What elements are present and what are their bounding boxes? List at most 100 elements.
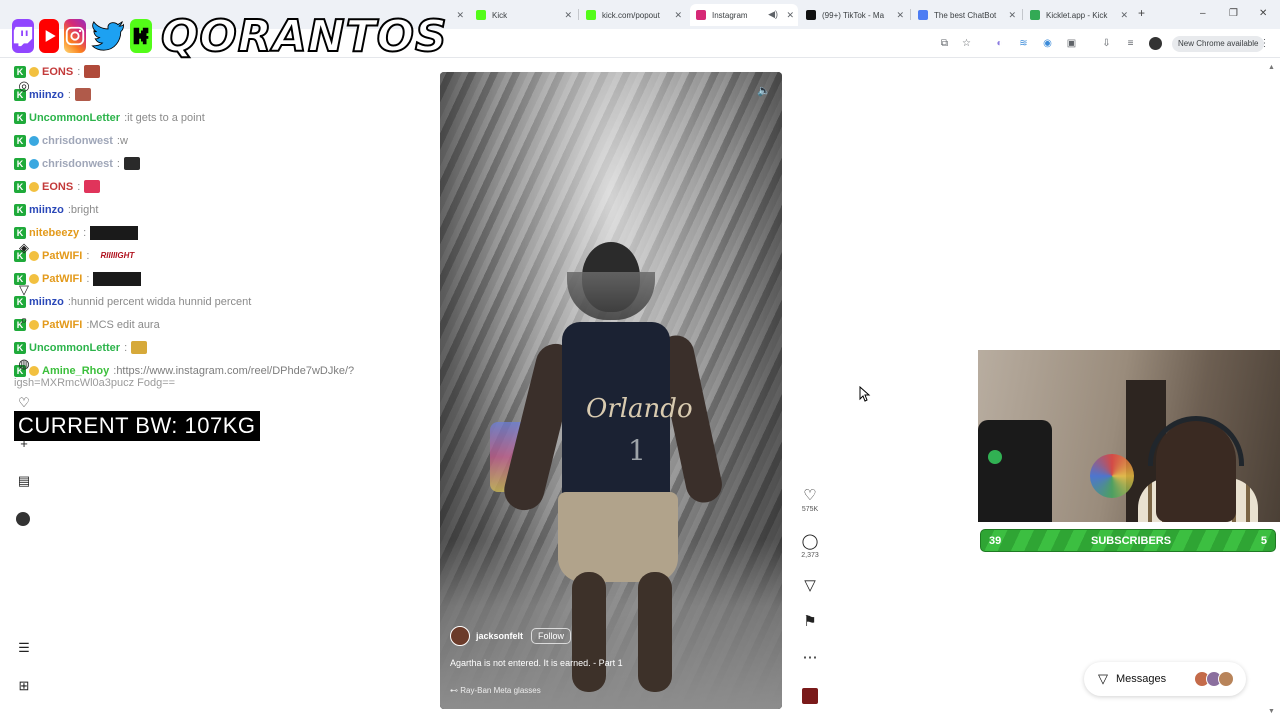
- restore-button[interactable]: ❐: [1229, 8, 1238, 19]
- chat-username[interactable]: EONS: [42, 66, 73, 78]
- cast-icon[interactable]: ⧉: [938, 37, 951, 50]
- close-icon[interactable]: ✕: [786, 10, 794, 21]
- new-chrome-badge[interactable]: New Chrome available: [1172, 36, 1265, 52]
- messages-icon[interactable]: ◍: [16, 356, 32, 372]
- chat-text: it gets to a point: [127, 111, 205, 124]
- chat-separator: :: [116, 157, 120, 170]
- chat-username[interactable]: miinzo: [29, 89, 64, 101]
- bookmark-star-icon[interactable]: ☆: [960, 37, 973, 50]
- tab-label: Kick: [492, 10, 508, 20]
- chat-username[interactable]: chrisdonwest: [42, 135, 113, 147]
- close-icon[interactable]: ✕: [1120, 10, 1128, 21]
- tab-chatbot[interactable]: The best ChatBot ✕: [912, 4, 1020, 26]
- chat-separator: :: [83, 226, 87, 239]
- chat-message: K PatWIFI: MCS edit aura: [14, 313, 434, 336]
- heart-icon: ♡: [803, 487, 817, 504]
- menu-icon[interactable]: ☰: [16, 640, 32, 656]
- explore-icon[interactable]: ◈: [16, 240, 32, 256]
- like-button[interactable]: ♡ 575K: [796, 486, 824, 513]
- subscriber-goal-bar: 39 SUBSCRIBERS 5: [980, 529, 1276, 552]
- dashboard-icon[interactable]: ▤: [16, 473, 32, 489]
- kick-badge-icon: K: [14, 226, 26, 239]
- more-icon[interactable]: ⋮: [1258, 37, 1271, 50]
- minimize-button[interactable]: –: [1200, 8, 1206, 19]
- chat-username[interactable]: PatWIFI: [42, 250, 82, 262]
- kick-badge-icon: K: [14, 341, 26, 354]
- kick-icon: [476, 10, 486, 20]
- close-icon[interactable]: ✕: [456, 10, 464, 21]
- close-window-button[interactable]: ✕: [1259, 8, 1267, 19]
- chat-message: K PatWIFI:: [14, 267, 434, 290]
- instagram-icon: [696, 10, 706, 20]
- chat-username[interactable]: miinzo: [29, 296, 64, 308]
- subs-label: SUBSCRIBERS: [1091, 534, 1172, 547]
- close-icon[interactable]: ✕: [674, 10, 682, 21]
- tab-instagram[interactable]: Instagram ◀) ✕: [690, 4, 798, 26]
- chat-message: K PatWIFI: RIIIIIGHT: [14, 244, 434, 267]
- extension-icon[interactable]: ◐: [993, 37, 1006, 50]
- reel-description[interactable]: Agartha is not entered. It is earned. - …: [450, 658, 772, 668]
- puzzle-icon[interactable]: ▣: [1065, 37, 1078, 50]
- chat-username[interactable]: UncommonLetter: [29, 112, 120, 124]
- chat-separator: :: [86, 249, 90, 262]
- cam-chair: [978, 420, 1052, 522]
- create-icon[interactable]: +: [16, 435, 32, 451]
- chat-separator: :: [77, 180, 81, 193]
- more-button[interactable]: ⋯: [796, 648, 824, 668]
- cam-lights: [988, 450, 1002, 464]
- reel-user-row: jacksonfelt Follow: [450, 626, 772, 646]
- close-icon[interactable]: ✕: [896, 10, 904, 21]
- reel-video[interactable]: Orlando 1 🔈 jacksonfelt Follow Agartha i…: [440, 72, 782, 709]
- chat-username[interactable]: UncommonLetter: [29, 342, 120, 354]
- avatar[interactable]: [450, 626, 470, 646]
- chat-message: Kchrisdonwest:: [14, 152, 434, 175]
- new-tab-button[interactable]: +: [1138, 6, 1145, 20]
- speaker-icon[interactable]: 🔈: [756, 82, 772, 98]
- apps-icon[interactable]: ⊞: [16, 678, 32, 694]
- emoji-badge-icon: [29, 66, 39, 77]
- download-icon[interactable]: ⇩: [1100, 37, 1113, 50]
- speaker-icon[interactable]: ◀): [768, 9, 778, 20]
- tab-kicklet[interactable]: Kicklet.app - Kick ✕: [1024, 4, 1132, 26]
- chat-link[interactable]: https://www.instagram.com/reel/DPhde7wDJ…: [116, 365, 354, 377]
- search-icon[interactable]: ⌕: [16, 312, 32, 328]
- close-icon[interactable]: ✕: [1008, 10, 1016, 21]
- chat-username[interactable]: miinzo: [29, 204, 64, 216]
- chat-username[interactable]: Amine_Rhoy: [42, 365, 109, 377]
- messenger-icon[interactable]: ◎: [16, 78, 32, 94]
- subs-current: 39: [989, 534, 1002, 547]
- translate-icon[interactable]: ≋: [1017, 37, 1030, 50]
- chat-username[interactable]: PatWIFI: [42, 273, 82, 285]
- tab-kick[interactable]: Kick ✕: [470, 4, 576, 26]
- heart-icon[interactable]: ♡: [16, 395, 32, 411]
- reels-icon[interactable]: ▽: [16, 282, 32, 298]
- youtube-icon: [39, 19, 59, 53]
- comment-button[interactable]: ◯ 2,373: [796, 532, 824, 559]
- chat-message: Kchrisdonwest: w: [14, 129, 434, 152]
- tab-unknown[interactable]: ✕: [452, 4, 468, 26]
- reel-audio-thumbnail[interactable]: [802, 688, 818, 704]
- profile-avatar[interactable]: [1149, 37, 1162, 50]
- audio-extension-icon[interactable]: ◉: [1041, 37, 1054, 50]
- chat-username[interactable]: chrisdonwest: [42, 158, 113, 170]
- scroll-up-arrow[interactable]: ▲: [1268, 64, 1275, 71]
- chat-username[interactable]: PatWIFI: [42, 319, 82, 331]
- media-icon[interactable]: ≡: [1124, 37, 1137, 50]
- scroll-down-arrow[interactable]: ▼: [1268, 708, 1275, 715]
- profile-avatar[interactable]: [16, 512, 30, 526]
- chat-message: Kmiinzo: hunnid percent widda hunnid per…: [14, 290, 434, 313]
- chat-link-continuation[interactable]: igsh=MXRmcWl0a3pucz Fodg==: [14, 377, 175, 389]
- messages-button[interactable]: ▽ Messages: [1084, 662, 1246, 696]
- save-button[interactable]: ⚑: [796, 612, 824, 632]
- tab-kick-popout[interactable]: kick.com/popout ✕: [580, 4, 686, 26]
- chat-username[interactable]: nitebeezy: [29, 227, 79, 239]
- tab-tiktok[interactable]: (99+) TikTok - Ma ✕: [800, 4, 908, 26]
- jersey-number: 1: [628, 434, 646, 467]
- close-icon[interactable]: ✕: [564, 10, 572, 21]
- chat-username[interactable]: EONS: [42, 181, 73, 193]
- follow-button[interactable]: Follow: [531, 628, 572, 644]
- reel-glasses-tag[interactable]: ⊷ Ray-Ban Meta glasses: [450, 686, 772, 695]
- reel-username[interactable]: jacksonfelt: [476, 631, 523, 641]
- subs-goal: 5: [1260, 534, 1267, 547]
- share-button[interactable]: ▽: [796, 576, 824, 596]
